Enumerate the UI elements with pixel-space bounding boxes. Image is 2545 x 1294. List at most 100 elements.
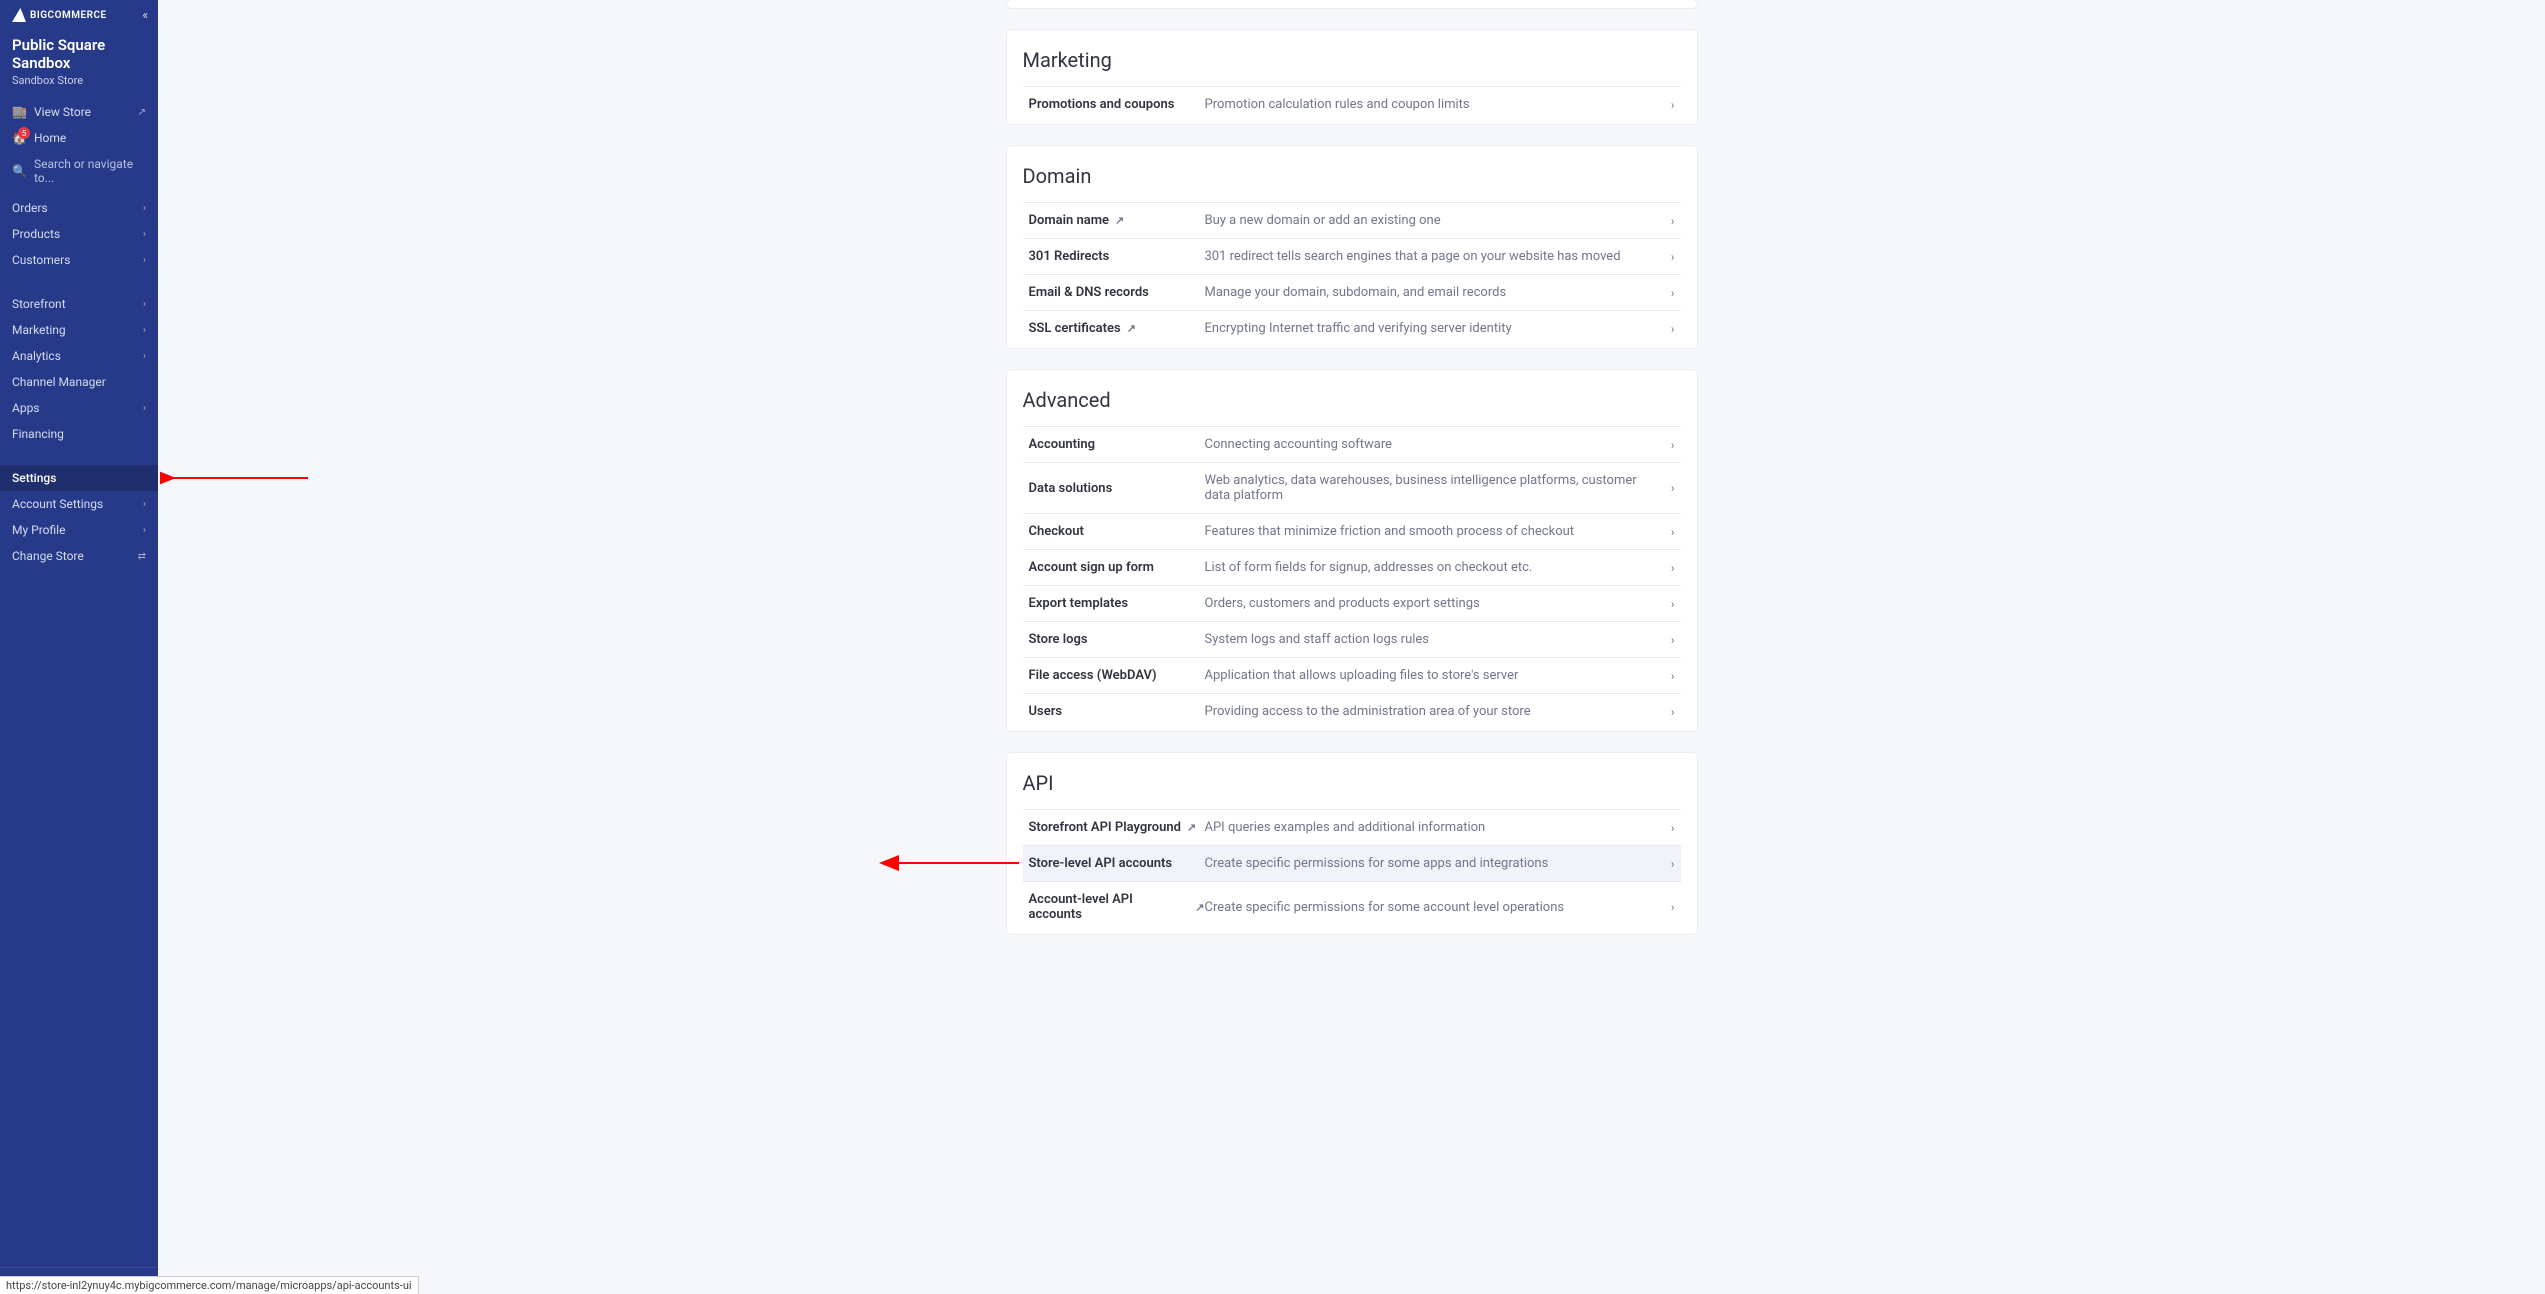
chevron-right-icon: › bbox=[1659, 438, 1675, 452]
settings-row-checkout[interactable]: CheckoutFeatures that minimize friction … bbox=[1023, 513, 1681, 549]
row-description: Create specific permissions for some acc… bbox=[1205, 900, 1659, 915]
sidebar-item-my-profile[interactable]: My Profile › bbox=[0, 517, 158, 543]
store-block: Public Square Sandbox Sandbox Store bbox=[0, 28, 158, 99]
settings-row-email-dns-records[interactable]: Email & DNS recordsManage your domain, s… bbox=[1023, 274, 1681, 310]
row-description: 301 redirect tells search engines that a… bbox=[1205, 249, 1659, 264]
settings-row-file-access-webdav-[interactable]: File access (WebDAV) Application that all… bbox=[1023, 657, 1681, 693]
external-link-icon: ↗ bbox=[1195, 901, 1204, 914]
sidebar-item-financing[interactable]: Financing bbox=[0, 421, 158, 447]
sidebar-item-label: Storefront bbox=[12, 297, 66, 311]
row-label: File access (WebDAV) bbox=[1029, 668, 1157, 683]
sidebar-item-label: My Profile bbox=[12, 523, 65, 537]
settings-row-store-logs[interactable]: Store logsSystem logs and staff action l… bbox=[1023, 621, 1681, 657]
settings-row-accounting[interactable]: AccountingConnecting accounting software… bbox=[1023, 426, 1681, 462]
sidebar-item-orders[interactable]: Orders › bbox=[0, 195, 158, 221]
main-scroll[interactable]: Marketing Promotions and couponsPromotion… bbox=[158, 0, 2545, 1294]
row-description: Providing access to the administration a… bbox=[1205, 704, 1659, 719]
chevron-right-icon: › bbox=[143, 229, 146, 240]
card-title: Domain bbox=[1023, 164, 1681, 188]
sidebar-item-label: Apps bbox=[12, 401, 40, 415]
row-label: SSL certificates bbox=[1029, 321, 1121, 336]
settings-row-users[interactable]: Users Providing access to the administrat… bbox=[1023, 693, 1681, 729]
row-label: Domain name bbox=[1029, 213, 1110, 228]
swap-icon: ⇄ bbox=[138, 551, 146, 562]
settings-row-account-sign-up-form[interactable]: Account sign up formList of form fields … bbox=[1023, 549, 1681, 585]
external-link-icon: ↗ bbox=[138, 107, 146, 118]
chevron-right-icon: › bbox=[1659, 597, 1675, 611]
chevron-right-icon: › bbox=[1659, 98, 1675, 112]
settings-row-store-level-api-accounts[interactable]: Store-level API accountsCreate specific … bbox=[1023, 845, 1681, 881]
settings-card-advanced: Advanced AccountingConnecting accounting … bbox=[1007, 370, 1697, 731]
sidebar-item-marketing[interactable]: Marketing › bbox=[0, 317, 158, 343]
search-icon: 🔍 bbox=[12, 164, 26, 178]
home-badge: 5 bbox=[18, 127, 30, 139]
nav-group-1: Orders › Products › Customers› bbox=[0, 191, 158, 277]
settings-row-ssl-certificates[interactable]: SSL certificates↗Encrypting Internet tra… bbox=[1023, 310, 1681, 346]
sidebar-item-customers[interactable]: Customers› bbox=[0, 247, 158, 273]
row-description: Features that minimize friction and smoo… bbox=[1205, 524, 1659, 539]
home-label: Home bbox=[34, 131, 66, 145]
row-description: Application that allows uploading files … bbox=[1205, 668, 1659, 683]
chevron-right-icon: › bbox=[143, 203, 146, 214]
home-link[interactable]: 🏠 Home 5 bbox=[0, 125, 158, 151]
row-description: Connecting accounting software bbox=[1205, 437, 1659, 452]
row-label: Email & DNS records bbox=[1029, 285, 1149, 300]
settings-card-marketing: Marketing Promotions and couponsPromotion… bbox=[1007, 30, 1697, 124]
chevron-right-icon: › bbox=[143, 499, 146, 510]
sidebar-header: BIGCOMMERCE « bbox=[0, 0, 158, 28]
sidebar-item-label: Products bbox=[12, 227, 60, 241]
card-title: Marketing bbox=[1023, 48, 1681, 72]
settings-content: Marketing Promotions and couponsPromotion… bbox=[1007, 0, 1697, 1254]
chevron-right-icon: › bbox=[143, 403, 146, 414]
sidebar-item-label: Account Settings bbox=[12, 497, 103, 511]
chevron-right-icon: › bbox=[143, 325, 146, 336]
row-label: Account-level API accounts bbox=[1029, 892, 1190, 922]
settings-row-account-level-api-accounts[interactable]: Account-level API accounts ↗Create specif… bbox=[1023, 881, 1681, 932]
settings-row-301-redirects[interactable]: 301 Redirects301 redirect tells search e… bbox=[1023, 238, 1681, 274]
chevron-right-icon: › bbox=[143, 351, 146, 362]
chevron-right-icon: › bbox=[1659, 214, 1675, 228]
sidebar-item-settings[interactable]: Settings bbox=[0, 465, 158, 491]
nav-group-2: Storefront›Marketing›Analytics›Channel M… bbox=[0, 287, 158, 451]
sidebar-item-channel-manager[interactable]: Channel Manager bbox=[0, 369, 158, 395]
settings-row-data-solutions[interactable]: Data solutionsWeb analytics, data wareho… bbox=[1023, 462, 1681, 513]
sidebar-item-apps[interactable]: Apps › bbox=[0, 395, 158, 421]
collapse-sidebar-icon[interactable]: « bbox=[142, 8, 148, 22]
nav-group-3: Settings Account Settings › My Profile › Chan… bbox=[0, 461, 158, 573]
brand-text: BIGCOMMERCE bbox=[30, 10, 107, 21]
sidebar-item-label: Orders bbox=[12, 201, 48, 215]
sidebar-item-label: Channel Manager bbox=[12, 375, 106, 389]
settings-row-export-templates[interactable]: Export templatesOrders, customers and pr… bbox=[1023, 585, 1681, 621]
sidebar-item-products[interactable]: Products › bbox=[0, 221, 158, 247]
settings-row-domain-name[interactable]: Domain name ↗ Buy a new domain or add an e… bbox=[1023, 202, 1681, 238]
sidebar-item-storefront[interactable]: Storefront› bbox=[0, 291, 158, 317]
row-label: Export templates bbox=[1029, 596, 1129, 611]
row-description: Buy a new domain or add an existing one bbox=[1205, 213, 1659, 228]
search-placeholder: Search or navigate to... bbox=[34, 157, 146, 185]
external-link-icon: ↗ bbox=[1115, 214, 1124, 227]
row-label: Storefront API Playground bbox=[1029, 820, 1181, 835]
card-title: Advanced bbox=[1023, 388, 1681, 412]
sidebar-item-label: Marketing bbox=[12, 323, 66, 337]
app-root: BIGCOMMERCE « Public Square Sandbox Sand… bbox=[0, 0, 2545, 1294]
sidebar-item-change-store[interactable]: Change Store⇄ bbox=[0, 543, 158, 569]
chevron-right-icon: › bbox=[1659, 900, 1675, 914]
row-description: Web analytics, data warehouses, business… bbox=[1205, 473, 1659, 503]
row-label: Users bbox=[1029, 704, 1063, 719]
row-label: Store-level API accounts bbox=[1029, 856, 1173, 871]
brand-mark-icon bbox=[12, 8, 26, 22]
external-link-icon: ↗ bbox=[1187, 821, 1196, 834]
row-description: System logs and staff action logs rules bbox=[1205, 632, 1659, 647]
chevron-right-icon: › bbox=[143, 525, 146, 536]
brand-logo[interactable]: BIGCOMMERCE bbox=[12, 8, 107, 22]
row-description: Encrypting Internet traffic and verifyin… bbox=[1205, 321, 1659, 336]
view-store-label: View Store bbox=[34, 105, 91, 119]
settings-row-promotions-and-coupons[interactable]: Promotions and couponsPromotion calculat… bbox=[1023, 86, 1681, 122]
sidebar-item-analytics[interactable]: Analytics› bbox=[0, 343, 158, 369]
search-nav[interactable]: 🔍 Search or navigate to... bbox=[0, 151, 158, 191]
sidebar: BIGCOMMERCE « Public Square Sandbox Sand… bbox=[0, 0, 158, 1294]
sidebar-item-label: Customers bbox=[12, 253, 70, 267]
settings-row-storefront-api-playground[interactable]: Storefront API Playground↗API queries ex… bbox=[1023, 809, 1681, 845]
sidebar-item-account-settings[interactable]: Account Settings › bbox=[0, 491, 158, 517]
view-store-link[interactable]: 🏬 View Store ↗ bbox=[0, 99, 158, 125]
